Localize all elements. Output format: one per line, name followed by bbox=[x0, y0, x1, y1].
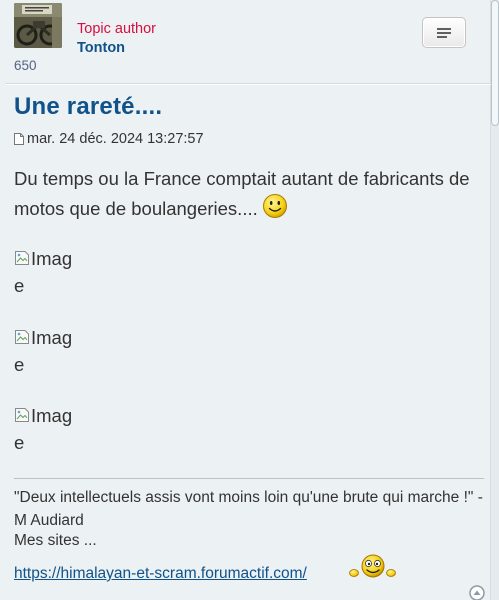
broken-image-icon bbox=[15, 251, 29, 265]
post-image-broken[interactable]: Imag e bbox=[14, 324, 86, 378]
menu-icon-line bbox=[437, 32, 451, 34]
smile-icon bbox=[262, 194, 287, 218]
post-title[interactable]: Une rareté.... bbox=[14, 93, 162, 121]
author-avatar[interactable] bbox=[14, 3, 62, 48]
scrollbar-thumb[interactable] bbox=[491, 0, 499, 126]
scroll-to-top-icon[interactable] bbox=[469, 585, 485, 600]
page-scrollbar[interactable] bbox=[490, 0, 499, 600]
signature-divider bbox=[14, 478, 484, 479]
image-alt-text: Imag bbox=[31, 327, 73, 348]
signature-sites-label: Mes sites ... bbox=[14, 532, 97, 549]
post-date: mar. 24 déc. 2024 13:27:57 bbox=[27, 131, 204, 147]
broken-image-icon bbox=[15, 330, 29, 344]
post-document-icon[interactable] bbox=[14, 133, 24, 145]
image-alt-text: e bbox=[14, 354, 25, 375]
dancing-smiley-icon bbox=[349, 554, 396, 578]
forum-post-page: Topic author Tonton 650 Une rareté.... m… bbox=[0, 0, 499, 600]
image-alt-text: Imag bbox=[31, 248, 73, 269]
post-image-broken[interactable]: Imag e bbox=[14, 245, 86, 299]
signature-site-link[interactable]: https://himalayan-et-scram.forumactif.co… bbox=[14, 565, 307, 583]
author-post-count: 650 bbox=[14, 58, 37, 73]
image-alt-text: e bbox=[14, 432, 25, 453]
author-role: Topic author bbox=[77, 21, 156, 37]
broken-image-icon bbox=[15, 408, 29, 422]
post-body-sentence: Du temps ou la France comptait autant de… bbox=[14, 168, 470, 219]
image-alt-text: e bbox=[14, 275, 25, 296]
image-alt-text: Imag bbox=[31, 405, 73, 426]
header-divider bbox=[6, 83, 491, 85]
menu-icon-line bbox=[437, 36, 447, 38]
menu-icon-line bbox=[437, 28, 451, 30]
post-image-broken[interactable]: Imag e bbox=[14, 402, 86, 456]
post-meta: mar. 24 déc. 2024 13:27:57 bbox=[14, 131, 204, 147]
signature-quote: "Deux intellectuels assis vont moins loi… bbox=[14, 489, 483, 529]
author-name-link[interactable]: Tonton bbox=[77, 40, 125, 56]
post-body-text: Du temps ou la France comptait autant de… bbox=[14, 164, 484, 223]
post-menu-button[interactable] bbox=[422, 17, 466, 48]
